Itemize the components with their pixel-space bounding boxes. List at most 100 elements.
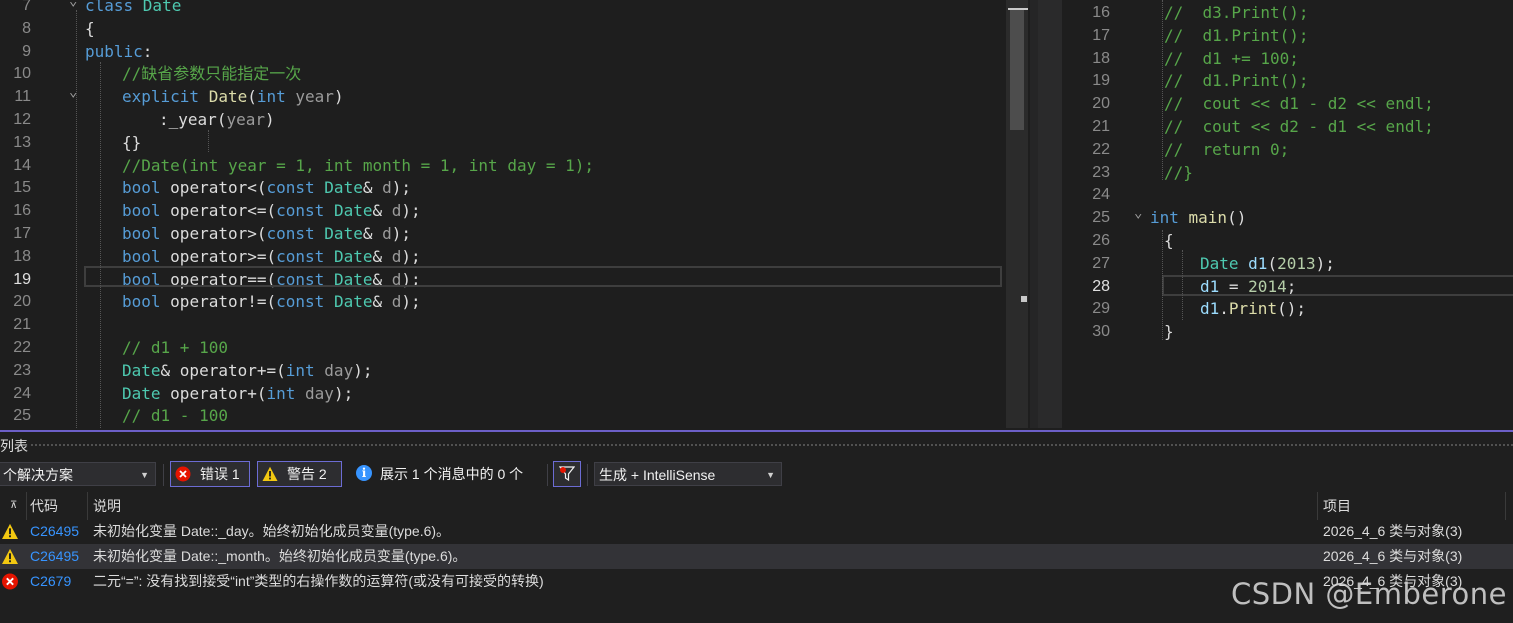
line-number: 18	[13, 247, 31, 265]
code-line[interactable]: 24	[1064, 183, 1513, 206]
code-line[interactable]: 24 Date operator+(int day);	[0, 382, 1004, 405]
code-token: Date	[122, 383, 171, 403]
code-token: );	[391, 178, 411, 198]
code-token: );	[401, 292, 421, 312]
code-token: day	[324, 360, 354, 380]
column-divider[interactable]	[1505, 492, 1506, 520]
warnings-filter-button[interactable]: 警告 2	[257, 461, 342, 487]
code-line[interactable]: 12:_year(year)	[0, 108, 1004, 131]
split-divider[interactable]	[1030, 0, 1038, 428]
code-line[interactable]: 25 // d1 - 100	[0, 404, 1004, 427]
code-token: Date	[324, 224, 363, 243]
code-line[interactable]: 19 // d1.Print();	[1064, 69, 1513, 92]
code-line[interactable]: 16 bool operator<=(const Date& d);	[0, 199, 1004, 222]
code-line[interactable]: 15 bool operator<(const Date& d);	[0, 176, 1004, 199]
line-number: 17	[1092, 26, 1110, 44]
error-list-toolbar: 个解决方案 ▼ 错误 1 警告 2 i 展示 1 个消息中的 0 个 生成 + …	[0, 461, 1513, 491]
code-line[interactable]: 25 ⌄ int main()	[1064, 205, 1513, 229]
line-number: 7	[22, 0, 31, 14]
code-line[interactable]: 10 //缺省参数只能指定一次	[0, 62, 1004, 85]
sort-column-header[interactable]: ⊼	[10, 494, 26, 518]
left-scrollbar-thumb[interactable]	[1010, 10, 1024, 130]
code-token: )	[264, 110, 275, 129]
code-line[interactable]: 20 // cout << d1 - d2 << endl;	[1064, 92, 1513, 115]
code-line[interactable]: 29 d1.Print();	[1064, 297, 1513, 320]
right-code-editor[interactable]: 16 // d3.Print(); 17 // d1.Print(); 18 // d1 …	[1064, 0, 1513, 428]
code-line[interactable]: 27 Date d1(2013);	[1064, 252, 1513, 275]
code-text: bool operator<=(const Date& d);	[122, 199, 421, 222]
code-line[interactable]: 20 bool operator!=(const Date& d);	[0, 290, 1004, 313]
fold-chevron-icon[interactable]: ⌄	[1134, 202, 1142, 225]
line-number: 14	[13, 156, 31, 174]
code-column-header[interactable]: 代码	[30, 494, 58, 518]
code-line[interactable]: 22 // d1 + 100	[0, 336, 1004, 359]
code-line[interactable]: 17 bool operator>(const Date& d);	[0, 222, 1004, 245]
error-list-row[interactable]: C26495 未初始化变量 Date::_day。始终初始化成员变量(type.6…	[0, 519, 1513, 544]
code-token: day	[305, 383, 334, 403]
code-line[interactable]: 16 // d3.Print();	[1064, 1, 1513, 24]
errors-filter-button[interactable]: 错误 1	[170, 461, 250, 487]
code-line[interactable]: 21	[0, 313, 1004, 336]
code-token: const	[266, 178, 325, 198]
error-code-link[interactable]: C26495	[30, 544, 79, 569]
scope-select[interactable]: 个解决方案 ▼	[0, 462, 156, 486]
line-number: 25	[1092, 209, 1110, 227]
code-line[interactable]: 21 // cout << d2 - d1 << endl;	[1064, 115, 1513, 138]
code-line[interactable]: 18 bool operator>=(const Date& d);	[0, 245, 1004, 268]
watermark: CSDN @Emberone	[1231, 577, 1507, 611]
code-line[interactable]: 14 //Date(int year = 1, int month = 1, in…	[0, 154, 1004, 177]
line-number: 10	[13, 65, 31, 83]
line-number: 18	[1092, 49, 1110, 67]
line-number: 29	[1092, 300, 1110, 318]
current-line-highlight	[84, 266, 1002, 287]
code-line[interactable]: 8{	[0, 17, 1004, 40]
warning-icon	[2, 548, 18, 564]
code-line[interactable]: 7 ⌄ class Date	[0, 0, 1004, 17]
filter-toggle-button[interactable]	[553, 461, 581, 487]
code-line[interactable]: 22 // return 0;	[1064, 138, 1513, 161]
error-description: 二元“=”: 没有找到接受“int”类型的右操作数的运算符(或没有可接受的转换)	[93, 573, 544, 589]
error-code-link[interactable]: C2679	[30, 569, 71, 594]
code-line[interactable]: 23 //}	[1064, 161, 1513, 184]
code-token: &	[372, 201, 392, 221]
code-token: (	[1267, 253, 1278, 273]
column-divider[interactable]	[26, 492, 27, 520]
code-line[interactable]: 13 {}	[0, 131, 1004, 154]
error-code-link[interactable]: C26495	[30, 519, 79, 544]
code-line[interactable]: 17 // d1.Print();	[1064, 24, 1513, 47]
code-token: Date	[324, 178, 363, 198]
error-list-row[interactable]: C26495 未初始化变量 Date::_month。始终初始化成员变量(type…	[0, 544, 1513, 569]
code-token: d	[382, 178, 392, 198]
code-text: // d1 += 100;	[1164, 47, 1299, 70]
column-divider[interactable]	[87, 492, 88, 520]
left-editor-scrollbar[interactable]	[1006, 0, 1028, 428]
line-number: 11	[14, 88, 31, 106]
code-line[interactable]: 9 public:	[0, 40, 1004, 63]
code-text: // cout << d2 - d1 << endl;	[1164, 115, 1434, 138]
code-token: Date	[333, 246, 373, 266]
project-column-header[interactable]: 项目	[1323, 494, 1351, 518]
error-project: 2026_4_6 类与对象(3)	[1323, 523, 1463, 539]
code-token: int	[285, 360, 325, 380]
code-token: 2013	[1277, 253, 1316, 273]
code-line[interactable]: 26 {	[1064, 229, 1513, 252]
description-column-header[interactable]: 说明	[93, 494, 121, 518]
code-text: :_year(year)	[159, 108, 275, 131]
code-token: );	[391, 224, 411, 243]
code-token: year	[226, 110, 265, 129]
left-code-editor[interactable]: 7 ⌄ class Date 8{9 public: 10//缺省参数只能指定一次 11 ⌄ e…	[0, 0, 1004, 428]
code-line[interactable]: 11 ⌄ explicit Date(int year)	[0, 84, 1004, 108]
code-line[interactable]: 18 // d1 += 100;	[1064, 47, 1513, 70]
build-intellisense-select[interactable]: 生成 + IntelliSense ▼	[594, 462, 782, 486]
code-token: :	[159, 110, 169, 129]
column-divider[interactable]	[1317, 492, 1318, 520]
indent-guide	[1162, 230, 1163, 340]
code-line[interactable]: 30}	[1064, 320, 1513, 343]
code-token: );	[333, 383, 354, 403]
messages-filter-button[interactable]: i 展示 1 个消息中的 0 个	[352, 461, 542, 487]
panel-drag-grip[interactable]	[30, 443, 1513, 447]
code-token: // d3.Print();	[1164, 3, 1309, 22]
code-line[interactable]: 23 Date& operator+=(int day);	[0, 359, 1004, 382]
code-text: bool operator!=(const Date& d);	[122, 290, 421, 313]
code-token: );	[401, 246, 421, 266]
